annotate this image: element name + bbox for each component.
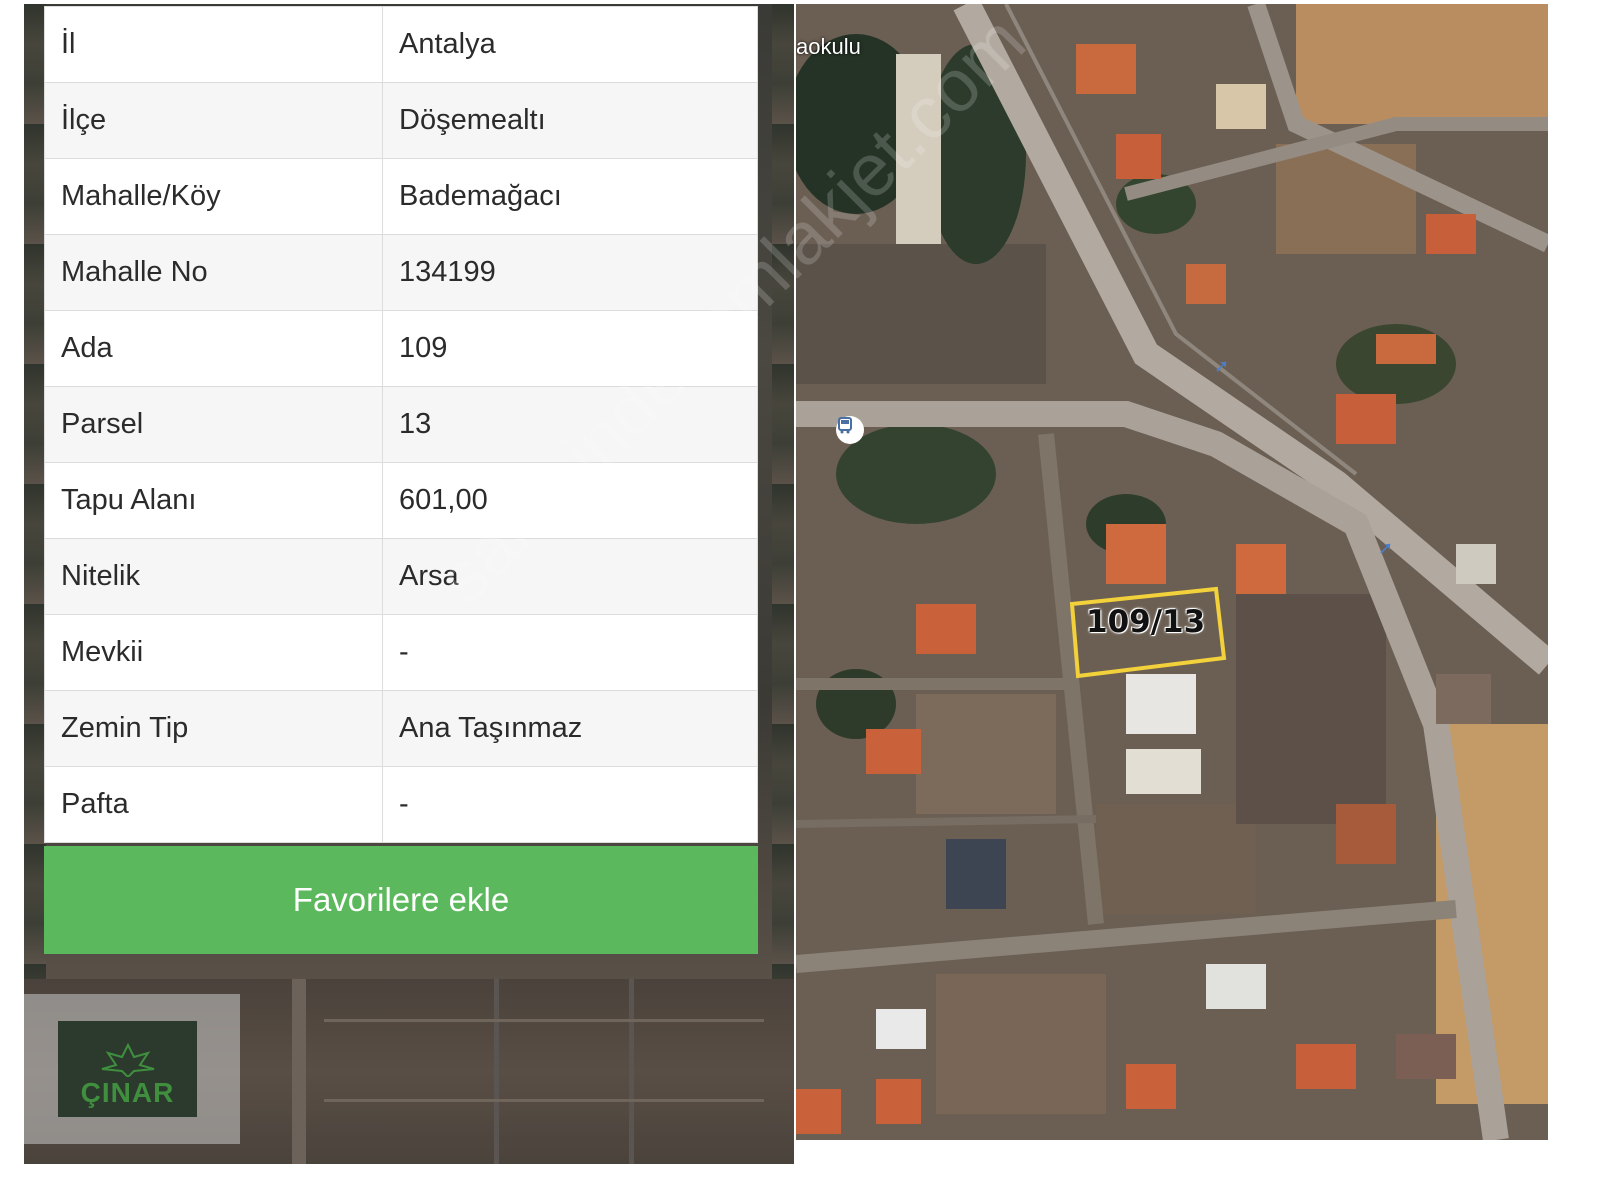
table-row: Pafta - <box>44 766 758 843</box>
row-value: 601,00 <box>382 462 758 539</box>
row-label: Zemin Tip <box>44 690 383 767</box>
table-row: Tapu Alanı 601,00 <box>44 462 758 539</box>
table-row: Nitelik Arsa <box>44 538 758 615</box>
table-row: Mahalle No 134199 <box>44 234 758 311</box>
property-info-table: İl Antalya İlçe Döşemealtı Mahalle/Köy Badema… <box>44 6 758 843</box>
table-row: Zemin Tip Ana Taşınmaz <box>44 690 758 767</box>
leaf-icon <box>101 1043 154 1077</box>
direction-arrow-icon: ➚ <box>1378 538 1394 558</box>
row-value: Antalya <box>382 6 758 83</box>
row-label: İlçe <box>44 82 383 159</box>
school-label: aokulu <box>796 34 861 59</box>
cinar-logo: ÇINAR <box>58 1021 197 1117</box>
table-row: Mevkii - <box>44 614 758 691</box>
row-label: Tapu Alanı <box>44 462 383 539</box>
row-label: Mevkii <box>44 614 383 691</box>
table-row: İl Antalya <box>44 6 758 83</box>
bus-stop-icon[interactable] <box>836 416 864 444</box>
logo-text: ÇINAR <box>80 1077 175 1108</box>
row-value: - <box>382 614 758 691</box>
satellite-map[interactable]: aokulu ➚ ➚ 109/13 <box>796 4 1548 1140</box>
row-value: Bademağacı <box>382 158 758 235</box>
row-label: Ada <box>44 310 383 387</box>
row-label: Mahalle/Köy <box>44 158 383 235</box>
row-label: Mahalle No <box>44 234 383 311</box>
row-value: Ana Taşınmaz <box>382 690 758 767</box>
row-label: Pafta <box>44 766 383 843</box>
row-label: Nitelik <box>44 538 383 615</box>
table-row: Mahalle/Köy Bademağacı <box>44 158 758 235</box>
add-to-favorites-button[interactable]: Favorilere ekle <box>44 846 758 954</box>
row-value: Arsa <box>382 538 758 615</box>
table-row: İlçe Döşemealtı <box>44 82 758 159</box>
row-value: 109 <box>382 310 758 387</box>
row-label: Parsel <box>44 386 383 463</box>
row-value: Döşemealtı <box>382 82 758 159</box>
table-row: Parsel 13 <box>44 386 758 463</box>
row-value: 13 <box>382 386 758 463</box>
property-info-panel: İl Antalya İlçe Döşemealtı Mahalle/Köy Badema… <box>24 4 794 1164</box>
map-canvas <box>796 4 1548 1140</box>
row-value: - <box>382 766 758 843</box>
direction-arrow-icon: ➚ <box>1214 356 1230 376</box>
row-value: 134199 <box>382 234 758 311</box>
row-label: İl <box>44 6 383 83</box>
table-row: Ada 109 <box>44 310 758 387</box>
parcel-label: 109/13 <box>1086 604 1206 640</box>
